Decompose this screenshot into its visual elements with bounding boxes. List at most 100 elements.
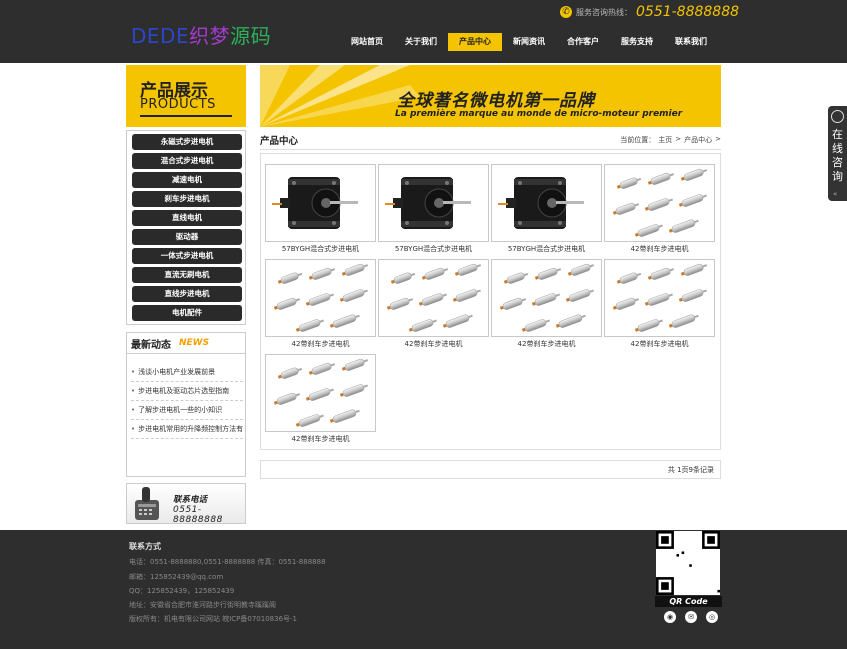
- stepper-motor-image[interactable]: [265, 164, 376, 242]
- news-header: 最新动态 NEWS: [127, 333, 245, 354]
- stepper-motor-image[interactable]: [378, 164, 489, 242]
- category-item[interactable]: 混合式步进电机: [132, 153, 242, 169]
- category-item[interactable]: 驱动器: [132, 229, 242, 245]
- site-logo[interactable]: DEDE织梦源码: [131, 20, 271, 49]
- hotline-label: 服务咨询热线：: [576, 7, 632, 17]
- footer-copyright: 版权所有：机电有限公司网站 皖ICP备07010836号-1: [129, 615, 298, 623]
- breadcrumb-products[interactable]: 产品中心: [684, 135, 712, 145]
- nav-news[interactable]: 新闻资讯: [502, 33, 556, 51]
- qr-code-image: [656, 531, 720, 595]
- contact-phone-panel: 联系电话 0551-88888888: [126, 483, 246, 525]
- product-card[interactable]: 42带刹车步进电机: [604, 164, 715, 257]
- footer-title: 联系方式: [129, 542, 161, 551]
- logo-part-zhimeng: 织梦: [189, 24, 231, 48]
- nav-home[interactable]: 网站首页: [340, 33, 394, 51]
- section-header: 产品中心 当前位置： 主页 > 产品中心 >: [260, 131, 721, 150]
- footer-email: 邮箱：125852439@qq.com: [129, 573, 224, 581]
- product-card[interactable]: 42带刹车步进电机: [265, 354, 376, 447]
- product-grid: 57BYGH混合式步进电机 57BYGH混合式步进电机 57BYGH混合式步进电…: [260, 153, 721, 450]
- news-item[interactable]: 了解步进电机一些的小知识: [131, 401, 243, 420]
- hero-banner: 全球著名微电机第一品牌 La première marque au monde …: [260, 65, 721, 127]
- logo-part-yuanma: 源码: [230, 24, 272, 48]
- products-heading-en: PRODUCTS: [140, 97, 216, 112]
- product-card[interactable]: 57BYGH混合式步进电机: [378, 164, 489, 257]
- weibo-icon[interactable]: ◎: [706, 611, 718, 623]
- news-title-cn: 最新动态: [131, 340, 171, 351]
- online-consult-label: 在 线 咨 询: [832, 128, 843, 183]
- breadcrumb-separator: >: [715, 135, 721, 143]
- breadcrumb-separator: >: [675, 135, 682, 143]
- product-caption[interactable]: 42带刹车步进电机: [604, 339, 715, 349]
- category-item[interactable]: 直流无刷电机: [132, 267, 242, 283]
- logo-part-dede: DEDE: [131, 24, 190, 48]
- nav-contact[interactable]: 联系我们: [664, 33, 718, 51]
- pagination-summary: 共 1页9条记录: [667, 466, 714, 474]
- nav-support[interactable]: 服务支持: [610, 33, 664, 51]
- product-card[interactable]: 57BYGH混合式步进电机: [265, 164, 376, 257]
- product-card[interactable]: 42带刹车步进电机: [604, 259, 715, 352]
- category-item[interactable]: 刹车步进电机: [132, 191, 242, 207]
- qr-code-label: QR Code: [655, 596, 722, 607]
- nav-about[interactable]: 关于我们: [394, 33, 448, 51]
- contact-phone-title: 联系电话: [173, 495, 208, 505]
- products-heading-block: 产品展示 PRODUCTS: [126, 65, 246, 127]
- desk-phone-icon: [135, 487, 159, 520]
- news-title-en: NEWS: [179, 338, 210, 348]
- product-caption[interactable]: 42带刹车步进电机: [491, 339, 602, 349]
- brake-motor-image[interactable]: [604, 259, 715, 337]
- nav-products[interactable]: 产品中心: [448, 33, 502, 51]
- chat-bubble-icon: [831, 110, 844, 123]
- footer-phone: 电话：0551-8888880,0551-8888888 传真：0551-888…: [129, 558, 326, 566]
- online-consult-widget[interactable]: 在 线 咨 询 «: [828, 106, 847, 201]
- phone-icon: ✆: [560, 6, 572, 18]
- collapse-icon[interactable]: «: [833, 190, 837, 198]
- news-item[interactable]: 浅谈小电机产业发展前景: [131, 363, 243, 382]
- heading-underline: [140, 115, 232, 117]
- site-header: DEDE织梦源码 ✆ 服务咨询热线： 0551-8888888 网站首页 关于我…: [0, 0, 847, 63]
- news-item[interactable]: 步进电机及驱动芯片选型指南: [131, 382, 243, 401]
- product-card[interactable]: 42带刹车步进电机: [265, 259, 376, 352]
- category-list: 永磁式步进电机 混合式步进电机 减速电机 刹车步进电机 直线电机 驱动器 一体式…: [126, 130, 246, 325]
- product-caption[interactable]: 42带刹车步进电机: [265, 434, 376, 444]
- breadcrumb-label: 当前位置：: [620, 136, 656, 144]
- hotline-number: 0551-8888888: [636, 4, 740, 20]
- category-item[interactable]: 电机配件: [132, 305, 242, 321]
- qr-code-block: QR Code: [655, 530, 722, 610]
- section-title: 产品中心: [260, 136, 299, 147]
- pagination: 共 1页9条记录: [260, 460, 721, 479]
- social-links: ◉ ✉ ◎: [664, 611, 727, 623]
- product-caption[interactable]: 57BYGH混合式步进电机: [378, 244, 489, 254]
- category-item[interactable]: 减速电机: [132, 172, 242, 188]
- news-item[interactable]: 步进电机常用的升降频控制方法有: [131, 420, 243, 439]
- brake-motor-image[interactable]: [604, 164, 715, 242]
- brake-motor-image[interactable]: [491, 259, 602, 337]
- contact-phone-number: 0551-88888888: [173, 505, 223, 525]
- banner-headline: 全球著名微电机第一品牌: [397, 91, 595, 111]
- category-item[interactable]: 直线步进电机: [132, 286, 242, 302]
- news-panel: 最新动态 NEWS 浅谈小电机产业发展前景 步进电机及驱动芯片选型指南 了解步进…: [126, 332, 246, 477]
- product-caption[interactable]: 42带刹车步进电机: [378, 339, 489, 349]
- category-item[interactable]: 一体式步进电机: [132, 248, 242, 264]
- main-nav: 网站首页 关于我们 产品中心 新闻资讯 合作客户 服务支持 联系我们: [340, 33, 718, 51]
- brake-motor-image[interactable]: [265, 259, 376, 337]
- product-card[interactable]: 42带刹车步进电机: [378, 259, 489, 352]
- product-card[interactable]: 57BYGH混合式步进电机: [491, 164, 602, 257]
- product-caption[interactable]: 57BYGH混合式步进电机: [491, 244, 602, 254]
- footer-qq: QQ：125852439，125852439: [129, 587, 235, 595]
- service-hotline: ✆ 服务咨询热线： 0551-8888888: [560, 3, 739, 21]
- stepper-motor-image[interactable]: [491, 164, 602, 242]
- brake-motor-image[interactable]: [265, 354, 376, 432]
- product-caption[interactable]: 42带刹车步进电机: [604, 244, 715, 254]
- product-caption[interactable]: 42带刹车步进电机: [265, 339, 376, 349]
- category-item[interactable]: 直线电机: [132, 210, 242, 226]
- nav-clients[interactable]: 合作客户: [556, 33, 610, 51]
- category-item[interactable]: 永磁式步进电机: [132, 134, 242, 150]
- qq-icon[interactable]: ◉: [664, 611, 676, 623]
- brake-motor-image[interactable]: [378, 259, 489, 337]
- footer-address: 地址：安徽省合肥市淮河路步行街明教寺蹊蹊阁: [129, 601, 276, 609]
- news-list: 浅谈小电机产业发展前景 步进电机及驱动芯片选型指南 了解步进电机一些的小知识 步…: [131, 363, 245, 439]
- breadcrumb-home[interactable]: 主页: [658, 135, 672, 145]
- mail-icon[interactable]: ✉: [685, 611, 697, 623]
- product-card[interactable]: 42带刹车步进电机: [491, 259, 602, 352]
- product-caption[interactable]: 57BYGH混合式步进电机: [265, 244, 376, 254]
